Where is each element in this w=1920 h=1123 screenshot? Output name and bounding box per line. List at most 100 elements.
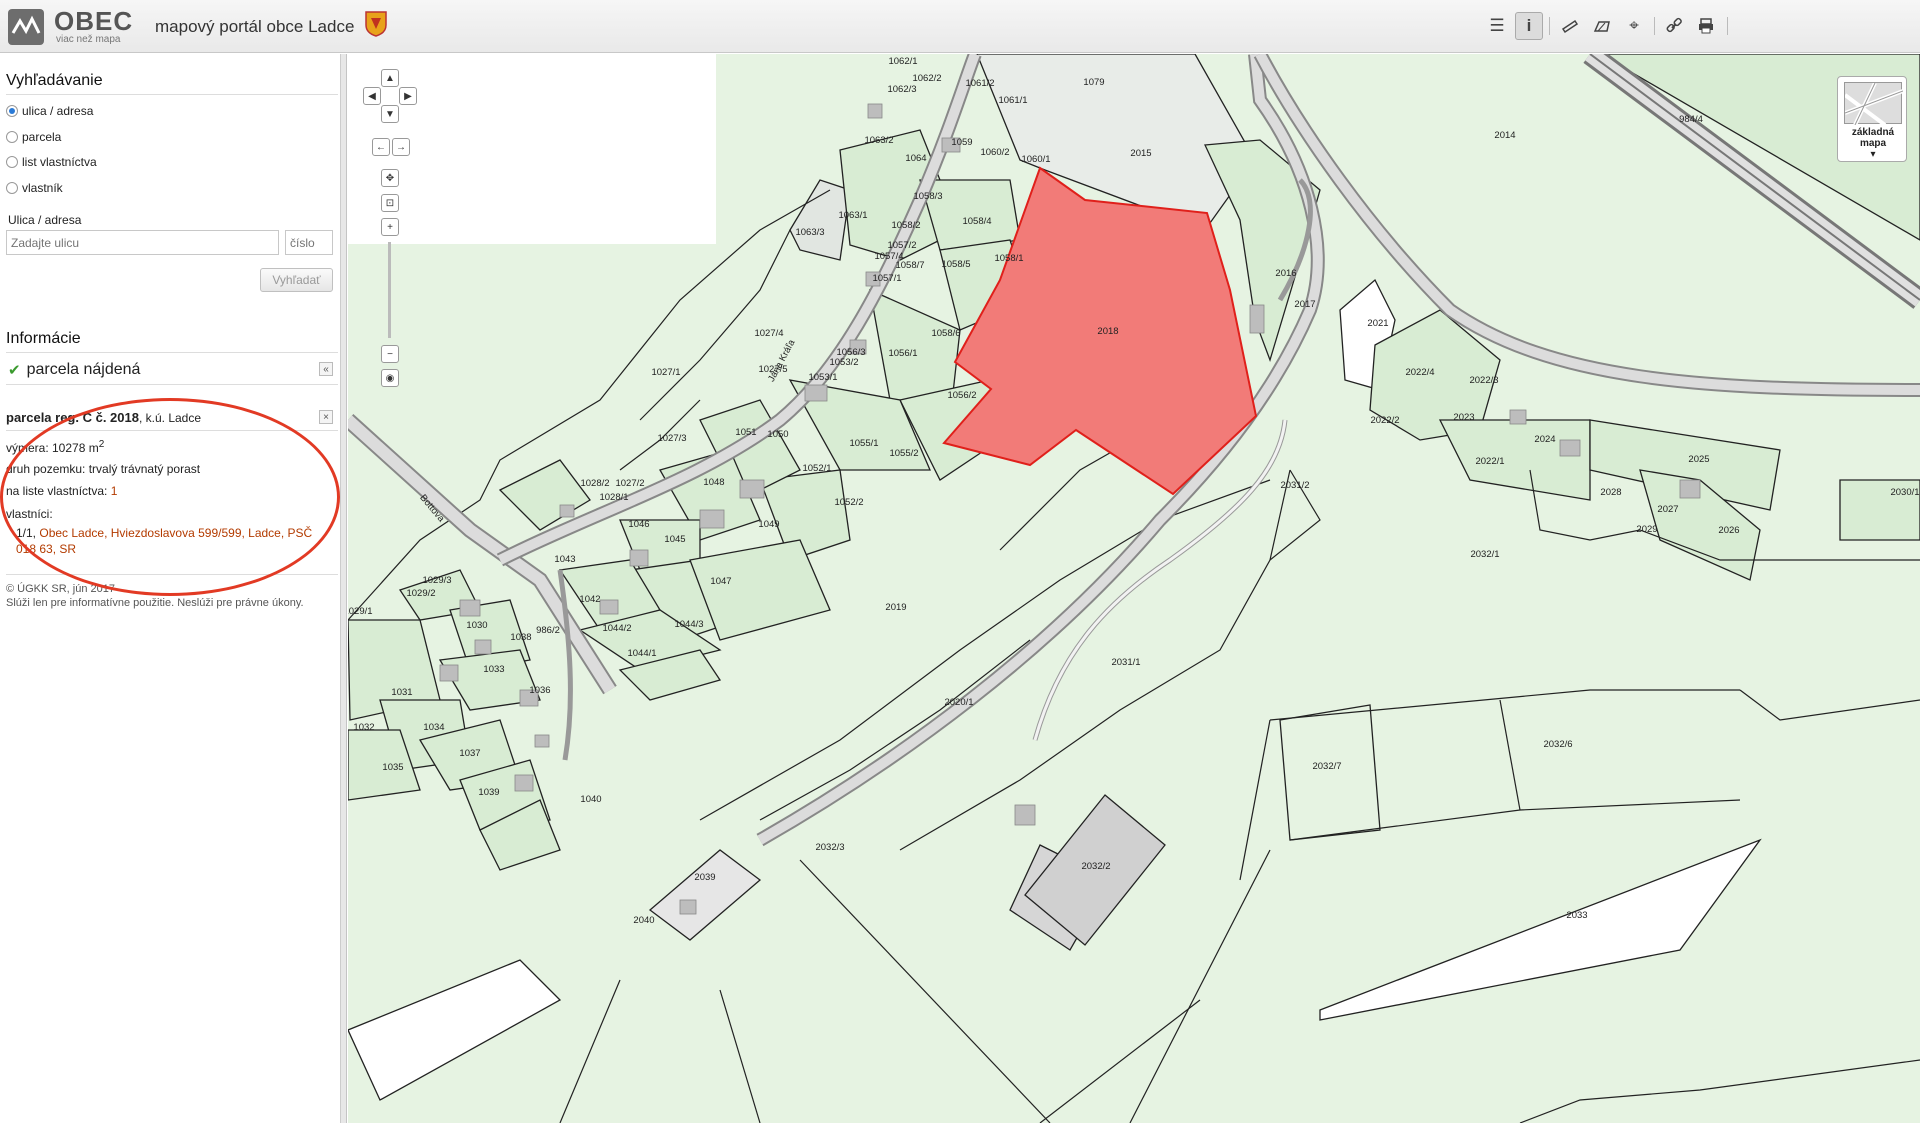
search-option-label: vlastník (22, 181, 63, 195)
parcel-label: 1044/2 (602, 623, 631, 634)
page-title: mapový portál obce Ladce (155, 17, 355, 36)
parcel-label: 1027/2 (615, 478, 644, 489)
parcel-label: 1058/4 (962, 216, 991, 227)
radio-icon[interactable] (6, 156, 18, 168)
parcel-label: 1027/3 (657, 433, 686, 444)
zoom-out-icon[interactable]: − (381, 345, 399, 363)
search-option-ownership-list[interactable]: list vlastníctva (6, 155, 97, 169)
parcel-label: 2032/1 (1470, 549, 1499, 560)
pan-right-icon[interactable]: ▶ (399, 87, 417, 105)
parcel-label: 984/4 (1679, 114, 1703, 125)
parcel-label: 1030 (466, 620, 487, 631)
history-back-icon[interactable]: ← (372, 138, 390, 156)
parcel-label: 1032 (353, 722, 374, 733)
parcel-label: 2014 (1494, 130, 1515, 141)
parcel-label: 2022/1 (1475, 456, 1504, 467)
parcel-label: 2031/1 (1111, 657, 1140, 668)
close-icon[interactable]: × (319, 410, 333, 424)
parcel-label: 1063/3 (795, 227, 824, 238)
parcel-label: 1063/2 (864, 135, 893, 146)
history-forward-icon[interactable]: → (392, 138, 410, 156)
info-section-title: Informácie (6, 330, 81, 347)
parcel-label: 2018 (1097, 326, 1118, 337)
sidebar-splitter[interactable] (341, 54, 347, 1123)
parcel-label: 1053/2 (829, 357, 858, 368)
parcel-label: 1044/3 (674, 619, 703, 630)
map-canvas[interactable]: 1079 2015 2014 984/4 1062/1 1062/2 1062/3 1061/… (348, 54, 1920, 1123)
parcel-label: 1044/1 (627, 648, 656, 659)
parcel-label: 2024 (1534, 434, 1555, 445)
cadastral-map[interactable]: 1079 2015 2014 984/4 1062/1 1062/21062/3 1061/… (348, 54, 1920, 1123)
parcel-label: 2033 (1566, 910, 1587, 921)
link-icon[interactable] (1660, 12, 1688, 40)
parcel-label: 1055/2 (889, 448, 918, 459)
basemap-switcher-button[interactable]: základná mapa ▾ (1837, 76, 1907, 162)
house-number-input[interactable] (285, 230, 333, 255)
search-option-label: list vlastníctva (22, 155, 97, 169)
parcel-label: 1035 (382, 762, 403, 773)
parcel-label: 1059 (951, 137, 972, 148)
parcel-label: 1038 (510, 632, 531, 643)
ruler-icon[interactable] (1556, 12, 1584, 40)
status-message: ✔ parcela nájdená (8, 361, 140, 379)
street-input[interactable] (6, 230, 279, 255)
parcel-label: 1056/2 (947, 390, 976, 401)
parcel-label: 1051 (735, 427, 756, 438)
parcel-label: 1049 (758, 519, 779, 530)
pan-left-icon[interactable]: ◀ (363, 87, 381, 105)
parcel-label: 1027/1 (651, 367, 680, 378)
globe-icon[interactable]: ◉ (381, 369, 399, 387)
app-header: OBEC viac než mapa mapový portál obce La… (0, 0, 1920, 53)
parcel-label: 1064 (905, 153, 926, 164)
search-option-owner[interactable]: vlastník (6, 181, 63, 195)
zoom-in-icon[interactable]: + (381, 218, 399, 236)
parcel-label: 2039 (694, 872, 715, 883)
parcel-label: 2021 (1367, 318, 1388, 329)
parcel-label: 1063/1 (838, 210, 867, 221)
divider (6, 384, 338, 385)
parcel-label: 2025 (1688, 454, 1709, 465)
search-section-title: Vyhľadávanie (6, 72, 103, 89)
parcel-label: 2032/3 (815, 842, 844, 853)
search-option-parcel[interactable]: parcela (6, 130, 61, 144)
zoom-slider[interactable] (388, 242, 391, 338)
basemap-label-line: mapa (1859, 138, 1887, 149)
logo-subtitle: viac než mapa (56, 34, 121, 45)
parcel-label: 1027/4 (754, 328, 783, 339)
radio-icon[interactable] (6, 182, 18, 194)
parcel-label: 2020/1 (944, 697, 973, 708)
parcel-label: 2017 (1294, 299, 1315, 310)
chevron-down-icon: ▾ (1870, 149, 1876, 160)
search-button[interactable]: Vyhľadať (260, 268, 333, 292)
highlight-ellipse-annotation (0, 398, 340, 596)
parcel-label: 1028/2 (580, 478, 609, 489)
logo-text[interactable]: OBEC (54, 6, 133, 37)
parcel-label: 1029/2 (406, 588, 435, 599)
parcel-label: 1037 (459, 748, 480, 759)
radio-selected-icon[interactable] (6, 105, 18, 117)
parcel-label: 2026 (1718, 525, 1739, 536)
pan-up-icon[interactable]: ▲ (381, 69, 399, 87)
pan-down-icon[interactable]: ▼ (381, 105, 399, 123)
search-option-street[interactable]: ulica / adresa (6, 104, 93, 118)
info-icon[interactable]: i (1515, 12, 1543, 40)
area-measure-icon[interactable] (1588, 12, 1616, 40)
toolbar-separator (1654, 17, 1655, 35)
parcel-label: 1058/5 (941, 259, 970, 270)
list-icon[interactable]: ☰ (1483, 12, 1511, 40)
print-icon[interactable] (1692, 12, 1720, 40)
zoom-box-icon[interactable]: ⊡ (381, 194, 399, 212)
pan-tool-icon[interactable]: ✥ (381, 169, 399, 187)
disclaimer-line: Slúži len pre informatívne použitie. Nes… (6, 597, 304, 609)
basemap-label-line: základná (1851, 127, 1895, 138)
parcel-label: 1045 (664, 534, 685, 545)
parcel-label: 2040 (633, 915, 654, 926)
locate-icon[interactable]: ⌖ (1620, 12, 1648, 40)
parcel-label: 2019 (885, 602, 906, 613)
parcel-label: 1061/1 (998, 95, 1027, 106)
collapse-icon[interactable]: « (319, 362, 333, 376)
parcel-label: 1060/1 (1021, 154, 1050, 165)
logo-icon[interactable] (8, 9, 44, 45)
parcel-label: 2015 (1130, 148, 1151, 159)
radio-icon[interactable] (6, 131, 18, 143)
